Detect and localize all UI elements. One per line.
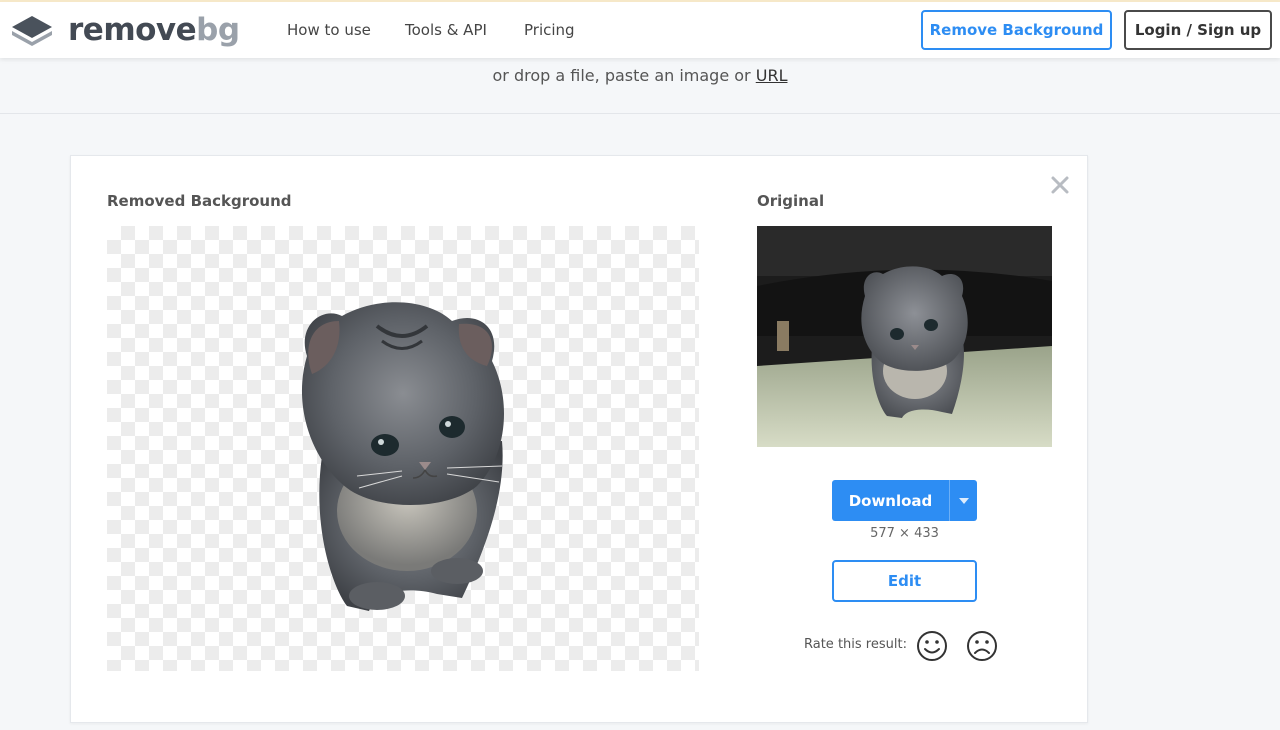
frown-icon[interactable]: [966, 630, 998, 662]
logo-text-bg: bg: [196, 12, 240, 48]
logo-layers-icon: [12, 16, 52, 46]
site-header: removebg How to use Tools & API Pricing …: [0, 2, 1280, 58]
nav-how-to-use[interactable]: How to use: [287, 2, 371, 58]
upload-hint-text: or drop a file, paste an image or: [492, 66, 751, 85]
upload-hint: or drop a file, paste an image or URL: [0, 66, 1280, 85]
download-options-button[interactable]: [949, 480, 977, 521]
rate-label: Rate this result:: [804, 637, 907, 652]
url-link[interactable]: URL: [756, 66, 788, 85]
download-button[interactable]: Download: [832, 480, 977, 521]
logo-text-remove: remove: [68, 12, 197, 48]
original-preview: [757, 226, 1052, 447]
remove-background-button[interactable]: Remove Background: [921, 10, 1112, 50]
result-card: Removed Background Original Download 577…: [70, 155, 1088, 723]
kitten-cutout: [301, 302, 504, 611]
nav-pricing[interactable]: Pricing: [524, 2, 575, 58]
removed-background-preview: [107, 226, 699, 671]
download-label[interactable]: Download: [832, 480, 949, 521]
caret-down-icon: [958, 497, 969, 504]
login-signup-button[interactable]: Login / Sign up: [1124, 10, 1272, 50]
smile-icon[interactable]: [916, 630, 948, 662]
original-photo: [757, 226, 1052, 447]
image-dimensions: 577 × 433: [870, 526, 939, 541]
logo-text: removebg: [68, 12, 240, 48]
close-icon[interactable]: [1049, 174, 1071, 196]
edit-button[interactable]: Edit: [832, 560, 977, 602]
original-label: Original: [757, 192, 825, 210]
nav-tools-api[interactable]: Tools & API: [405, 2, 487, 58]
logo[interactable]: removebg: [10, 12, 240, 48]
removed-background-label: Removed Background: [107, 192, 292, 210]
